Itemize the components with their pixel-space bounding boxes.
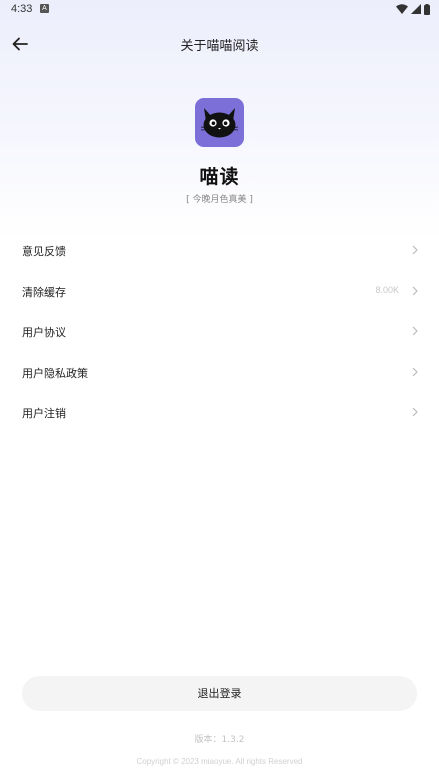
black-cat-icon <box>200 108 239 138</box>
menu-item-privacy-policy[interactable]: 用户隐私政策 <box>0 352 439 393</box>
menu-item-label: 用户隐私政策 <box>22 366 88 380</box>
status-time: 4:33 <box>11 3 33 15</box>
cache-size-value: 8.00K <box>375 284 399 295</box>
app-header: 关于喵喵阅读 <box>0 28 439 58</box>
chevron-right-icon <box>412 407 418 417</box>
menu-item-clear-cache[interactable]: 清除缓存 8.00K <box>0 271 439 312</box>
settings-menu: 意见反馈 清除缓存 8.00K 用户协议 用户隐私政策 用户注销 <box>0 230 439 433</box>
menu-item-delete-account[interactable]: 用户注销 <box>0 392 439 433</box>
logout-button[interactable]: 退出登录 <box>22 676 417 711</box>
menu-item-label: 意见反馈 <box>22 245 66 258</box>
wifi-icon <box>396 4 408 14</box>
page-title: 关于喵喵阅读 <box>180 39 259 54</box>
status-bar: 4:33 A <box>0 0 439 18</box>
menu-item-feedback[interactable]: 意见反馈 <box>0 230 439 271</box>
menu-item-label: 用户注销 <box>22 407 66 420</box>
notification-icon: A <box>40 4 49 13</box>
chevron-right-icon <box>412 286 418 295</box>
menu-item-label: 清除缓存 <box>22 285 66 299</box>
signal-icon <box>411 4 421 14</box>
app-slogan: [ 今晚月色真美 ] <box>186 195 253 205</box>
app-logo <box>195 98 244 147</box>
app-name: 喵读 <box>199 166 240 188</box>
chevron-right-icon <box>412 367 418 376</box>
chevron-right-icon <box>412 326 418 336</box>
status-icons <box>396 3 430 15</box>
chevron-right-icon <box>412 245 418 255</box>
copyright-text: Copyright © 2023 miaoyue. All rights Res… <box>136 757 303 766</box>
menu-item-user-agreement[interactable]: 用户协议 <box>0 311 439 352</box>
menu-item-label: 用户协议 <box>22 326 66 339</box>
battery-icon <box>424 3 430 15</box>
version-text: 版本：1.3.2 <box>194 735 245 745</box>
